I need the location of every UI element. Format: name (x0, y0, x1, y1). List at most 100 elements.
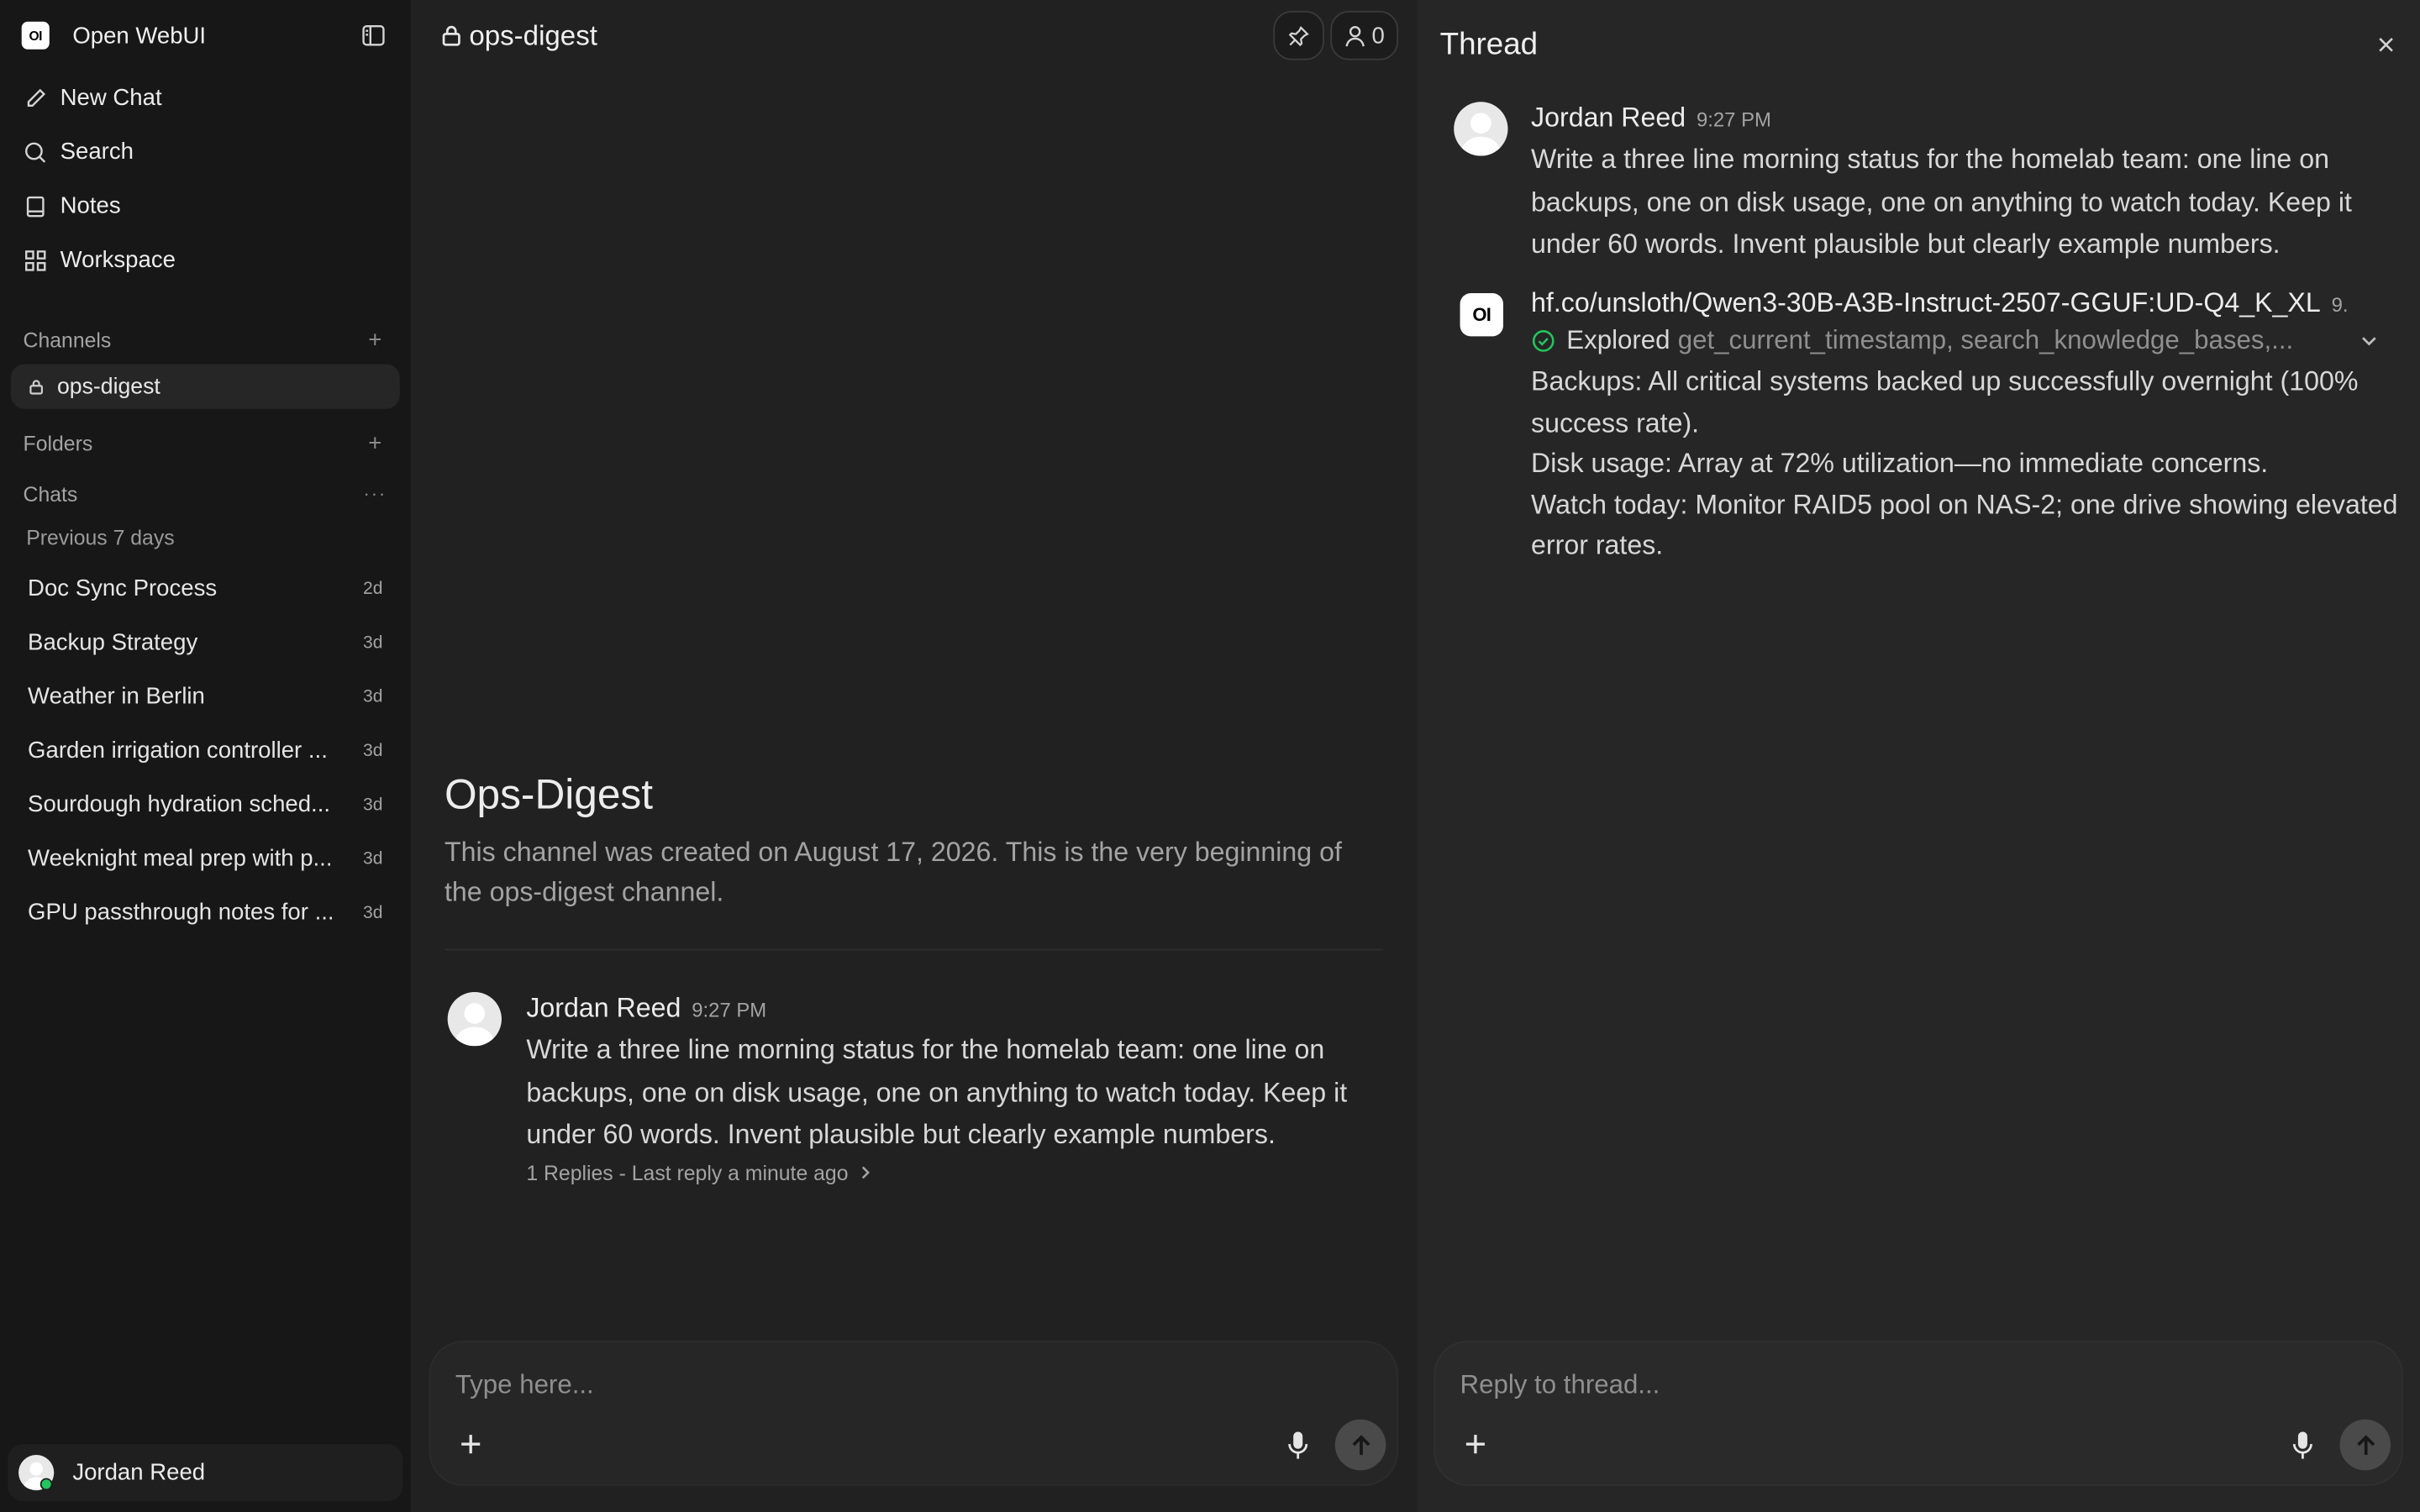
message-body: hf.co/unsloth/Qwen3-30B-A3B-Instruct-250… (1531, 287, 2405, 566)
channels-label: Channels (23, 328, 112, 351)
thread-header: Thread (1417, 0, 2420, 90)
chat-item-title: Backup Strategy (28, 629, 198, 656)
chat-item[interactable]: Backup Strategy 3d (0, 616, 411, 669)
chat-group-label: Previous 7 days (26, 525, 175, 549)
chevron-right-icon (858, 1165, 872, 1180)
nav-search[interactable]: Search (0, 125, 411, 179)
message-input[interactable] (455, 1370, 1228, 1401)
message-text: Write a three line morning status for th… (1531, 139, 2352, 266)
message-line: under 60 words. Invent plausible but cle… (1531, 228, 2281, 260)
avatar[interactable] (1454, 102, 1508, 156)
chat-item-age: 3d (363, 741, 383, 760)
members-count: 0 (1371, 22, 1385, 49)
nav-new-chat[interactable]: New Chat (0, 71, 411, 124)
chat-item[interactable]: Weather in Berlin 3d (0, 669, 411, 723)
channel-item-label: ops-digest (56, 374, 160, 399)
pin-icon (1287, 24, 1311, 47)
chat-item-title: Garden irrigation controller ... (28, 737, 328, 764)
check-circle-icon (1531, 328, 1555, 353)
message-author[interactable]: Jordan Reed (526, 992, 681, 1025)
chat-item-age: 3d (363, 903, 383, 922)
chat-item-age: 3d (363, 795, 383, 814)
folders-section-header[interactable]: Folders + (0, 424, 411, 461)
chat-item[interactable]: Doc Sync Process 2d (0, 562, 411, 616)
microphone-icon[interactable] (1282, 1429, 1313, 1462)
replies-label: 1 Replies - Last reply a minute ago (526, 1161, 849, 1184)
channel-title: ops-digest (469, 18, 597, 50)
channels-section-header[interactable]: Channels + (0, 321, 411, 358)
thread-reply-input[interactable] (1460, 1370, 2233, 1401)
app-name[interactable]: Open WebUI (72, 23, 206, 49)
nav-search-label: Search (60, 139, 134, 165)
channel-item-ops-digest[interactable]: ops-digest (10, 364, 400, 409)
message-body: Jordan Reed 9:27 PM Write a three line m… (526, 992, 1347, 1184)
pin-button[interactable] (1273, 10, 1324, 60)
sidebar: OI Open WebUI New Chat Search Notes Work… (0, 0, 411, 1512)
tool-list: get_current_timestamp, search_knowledge_… (1677, 325, 2294, 355)
chat-item-title: Doc Sync Process (28, 575, 218, 602)
message-text: Write a three line morning status for th… (526, 1029, 1347, 1157)
chat-item-age: 3d (363, 687, 383, 706)
chat-item-title: Weather in Berlin (28, 683, 205, 710)
nav-notes[interactable]: Notes (0, 179, 411, 233)
add-channel-icon[interactable]: + (363, 326, 387, 352)
channel-intro: Ops-Digest This channel was created on A… (445, 771, 1386, 911)
nav-workspace[interactable]: Workspace (0, 233, 411, 286)
lock-icon (28, 378, 45, 395)
tool-calls-summary[interactable]: Explored get_current_timestamp, search_k… (1531, 326, 2405, 357)
thread-user-message: Jordan Reed 9:27 PM Write a three line m… (1454, 102, 2352, 266)
chat-item-title: Weeknight meal prep with p... (28, 845, 333, 872)
workspace-icon (24, 248, 48, 272)
sidebar-toggle-icon[interactable] (358, 20, 389, 51)
app-logo[interactable]: OI (21, 21, 50, 50)
plus-icon[interactable] (455, 1429, 487, 1460)
nav-workspace-label: Workspace (60, 246, 176, 274)
response-line: error rates. (1531, 529, 1664, 560)
nav-new-chat-label: New Chat (60, 85, 162, 112)
tool-status-label: Explored (1566, 325, 1670, 355)
channel-header: ops-digest 0 (411, 0, 1418, 71)
pencil-icon (24, 86, 48, 110)
message-line: backups, one on disk usage, one on anyth… (1531, 186, 2352, 218)
chat-item-age: 3d (363, 849, 383, 869)
thread-reply-composer (1434, 1341, 2403, 1486)
thread-panel: Thread Jordan Reed 9:27 PM Write a three… (1417, 0, 2420, 1512)
message-time: 9:27 PM (1696, 108, 1771, 132)
add-folder-icon[interactable]: + (363, 430, 387, 456)
message-composer (429, 1341, 1399, 1486)
members-button[interactable]: 0 (1330, 10, 1399, 60)
chats-label: Chats (23, 481, 78, 506)
thread-bot-message: OI hf.co/unsloth/Qwen3-30B-A3B-Instruct-… (1460, 287, 2405, 566)
message-body: Jordan Reed 9:27 PM Write a three line m… (1531, 102, 2352, 266)
message-time: 9:27 PM (692, 998, 767, 1021)
chevron-down-icon[interactable] (2359, 330, 2381, 352)
bot-response-text: Backups: All critical systems backed up … (1531, 361, 2405, 565)
thread-replies-link[interactable]: 1 Replies - Last reply a minute ago (526, 1161, 1347, 1184)
message-author[interactable]: Jordan Reed (1531, 102, 1686, 134)
chat-item-title: Sourdough hydration sched... (28, 791, 331, 818)
chat-item[interactable]: Sourdough hydration sched... 3d (0, 778, 411, 832)
sidebar-header: OI Open WebUI (0, 0, 411, 71)
chat-item[interactable]: Garden irrigation controller ... 3d (0, 723, 411, 777)
lock-icon (441, 24, 461, 46)
user-menu-button[interactable]: Jordan Reed (8, 1444, 403, 1502)
divider (444, 948, 1383, 951)
message-line: backups, one on disk usage, one on anyth… (526, 1076, 1348, 1107)
plus-icon[interactable] (1460, 1429, 1491, 1460)
chat-item[interactable]: Weeknight meal prep with p... 3d (0, 832, 411, 885)
model-name[interactable]: hf.co/unsloth/Qwen3-30B-A3B-Instruct-250… (1531, 287, 2321, 320)
user-name: Jordan Reed (72, 1459, 206, 1486)
send-button[interactable] (1334, 1419, 1386, 1471)
send-button[interactable] (2339, 1419, 2391, 1471)
response-line: Backups: All critical systems backed up … (1531, 365, 2359, 397)
avatar[interactable] (447, 992, 502, 1047)
microphone-icon[interactable] (2287, 1429, 2318, 1462)
more-options-icon[interactable]: ··· (363, 483, 387, 505)
chat-item-age: 3d (363, 633, 383, 653)
chats-section-header[interactable]: Chats ··· (0, 475, 411, 512)
close-icon[interactable] (2374, 33, 2398, 57)
model-avatar[interactable]: OI (1460, 292, 1503, 337)
chat-item[interactable]: GPU passthrough notes for ... 3d (0, 885, 411, 939)
message-line: Write a three line morning status for th… (1531, 143, 2329, 175)
channel-view: ops-digest 0 Ops-Digest This channel was… (410, 0, 1418, 1512)
